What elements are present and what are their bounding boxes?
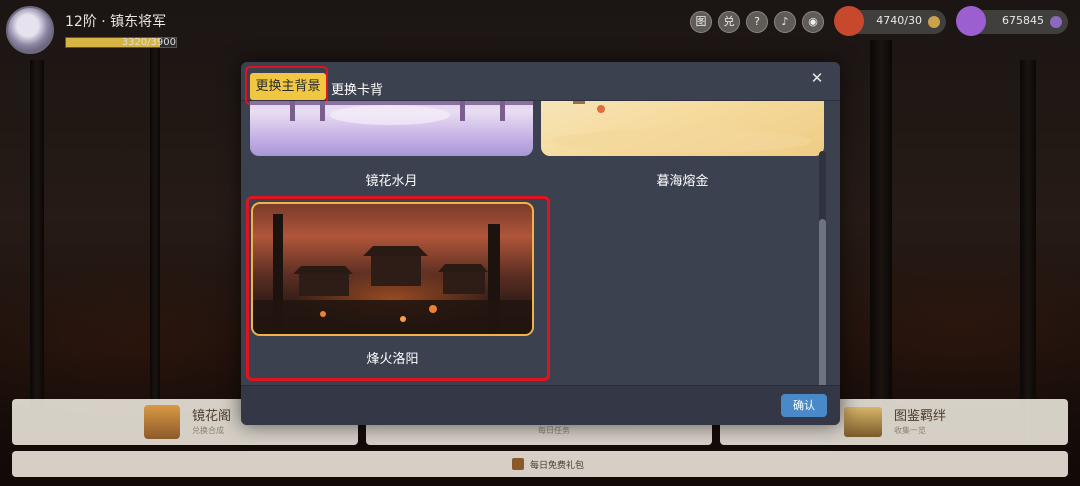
tab-change-main-background[interactable]: 更换主背景: [250, 73, 326, 100]
gift-box-icon: [512, 458, 524, 470]
background-thumb-beacon[interactable]: [251, 202, 534, 336]
daily-free-gift-label: 每日免费礼包: [530, 461, 585, 471]
currency-gem[interactable]: 675845: [956, 6, 1068, 36]
background-select-dialog: 更换主背景 更换卡背 ✕ 镜花水月 暮海熔金 烽火洛阳 确认: [241, 62, 840, 425]
background-name-sunset: 暮海熔金: [656, 174, 709, 189]
music-icon[interactable]: ♪: [774, 11, 796, 33]
background-thumb-mirror[interactable]: [250, 101, 533, 156]
mirror-scene-art: [250, 101, 533, 125]
daily-free-gift-button[interactable]: 每日免费礼包: [12, 451, 1068, 477]
tab-change-card-back[interactable]: 更换卡背: [331, 79, 383, 98]
add-gold-icon[interactable]: [928, 16, 940, 28]
atlas-icon[interactable]: 图: [690, 11, 712, 33]
codex-title: 图鉴羁绊: [894, 409, 947, 424]
background-thumb-sunset[interactable]: [541, 101, 824, 156]
mirror-pavilion-subtitle: 兑换合成: [192, 426, 224, 435]
background-name-mirror: 镜花水月: [365, 174, 418, 189]
beach-scene-art: [551, 101, 811, 153]
background-name-beacon: 烽火洛阳: [366, 352, 419, 367]
scrollbar-thumb[interactable]: [819, 219, 826, 385]
exp-text: 3320/3900: [121, 37, 176, 48]
currency-gold[interactable]: 4740/30: [834, 6, 946, 36]
daily-tasks-subtitle: 每日任务: [538, 426, 570, 435]
dialog-footer: 确认: [241, 385, 840, 425]
avatar[interactable]: [6, 6, 54, 54]
book-icon: [844, 407, 882, 437]
pavilion-icon: [144, 405, 180, 439]
gem-icon: [956, 6, 986, 36]
dialog-header: 更换主背景 更换卡背 ✕: [241, 62, 840, 105]
gold-value: 4740/30: [876, 14, 922, 27]
add-gem-icon[interactable]: [1050, 16, 1062, 28]
eye-icon[interactable]: ◉: [802, 11, 824, 33]
codex-subtitle: 收集一览: [894, 426, 926, 435]
confirm-button[interactable]: 确认: [781, 394, 827, 417]
help-icon[interactable]: ?: [746, 11, 768, 33]
gold-pouch-icon: [834, 6, 864, 36]
exchange-icon[interactable]: 兑: [718, 11, 740, 33]
background-list[interactable]: 镜花水月 暮海熔金 烽火洛阳: [241, 101, 840, 385]
burning-city-art: [253, 214, 532, 334]
gem-value: 675845: [1002, 14, 1044, 27]
close-icon[interactable]: ✕: [807, 68, 827, 88]
player-rank-title: 12阶 · 镇东将军: [65, 14, 167, 30]
mirror-pavilion-title: 镜花阁: [192, 409, 232, 424]
